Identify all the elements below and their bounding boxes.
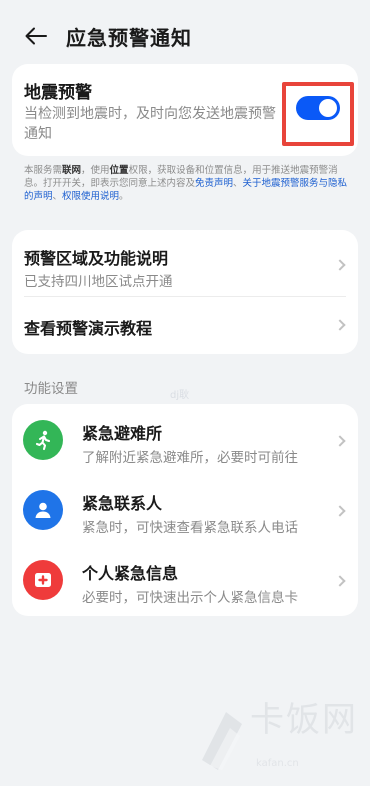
toggle-knob: [319, 99, 337, 117]
feature-subtitle: 必要时，可快速出示个人紧急信息卡: [82, 590, 298, 606]
feature-settings-card: 紧急避难所 了解附近紧急避难所，必要时可前往 紧急联系人 紧急时，可快速查看紧急…: [12, 404, 358, 616]
notice-text: 。: [119, 191, 129, 202]
notice-bold-location: 位置: [109, 165, 129, 176]
back-arrow-icon: [25, 27, 47, 45]
top-bar: 应急预警通知: [0, 14, 370, 58]
running-person-icon: [23, 420, 63, 460]
earthquake-alert-title: 地震预警: [24, 83, 92, 103]
section-label: 功能设置: [24, 381, 78, 397]
earthquake-alert-description: 当检测到地震时，及时向您发送地震预警通知: [24, 106, 276, 142]
feature-item-medical-info[interactable]: 个人紧急信息 必要时，可快速出示个人紧急信息卡: [12, 544, 358, 614]
watermark-logo-icon: [202, 712, 242, 770]
tutorial-row[interactable]: 查看预警演示教程: [12, 297, 358, 354]
medical-cross-icon: [23, 560, 63, 600]
tutorial-title: 查看预警演示教程: [24, 319, 153, 338]
disclaimer-link[interactable]: 免责声明: [195, 178, 233, 189]
permission-usage-link[interactable]: 权限使用说明: [62, 191, 119, 202]
chevron-right-icon: [334, 575, 346, 587]
earthquake-alert-toggle[interactable]: [296, 96, 340, 120]
feature-item-shelter[interactable]: 紧急避难所 了解附近紧急避难所，必要时可前往: [12, 404, 358, 474]
notice-text: 、: [233, 178, 243, 189]
chevron-right-icon: [334, 505, 346, 517]
contact-person-icon: [23, 490, 63, 530]
service-notice: 本服务需联网，使用位置权限，获取设备和位置信息，用于推送地震预警消息。打开开关，…: [24, 164, 354, 203]
region-description-title: 预警区域及功能说明: [24, 249, 169, 268]
chevron-right-icon: [334, 435, 346, 447]
info-card: 预警区域及功能说明 已支持四川地区试点开通 查看预警演示教程: [12, 230, 358, 354]
region-description-row[interactable]: 预警区域及功能说明 已支持四川地区试点开通: [12, 230, 358, 296]
site-watermark: 卡饭网 kafan.cn: [196, 690, 366, 780]
feature-title: 紧急避难所: [82, 424, 163, 443]
feature-item-contacts[interactable]: 紧急联系人 紧急时，可快速查看紧急联系人电话: [12, 474, 358, 544]
chevron-right-icon: [334, 259, 346, 271]
watermark-brand: 卡饭网: [250, 700, 358, 740]
notice-text: ，使用: [81, 165, 110, 176]
back-button[interactable]: [14, 14, 58, 58]
feature-subtitle: 紧急时，可快速查看紧急联系人电话: [82, 520, 298, 536]
feature-title: 个人紧急信息: [82, 564, 179, 583]
page-title: 应急预警通知: [66, 25, 192, 50]
notice-text: 、: [52, 191, 63, 202]
small-watermark: dj耿: [170, 390, 190, 401]
notice-bold-network: 联网: [62, 165, 82, 176]
feature-title: 紧急联系人: [82, 494, 163, 513]
chevron-right-icon: [334, 319, 346, 331]
feature-subtitle: 了解附近紧急避难所，必要时可前往: [82, 450, 298, 466]
watermark-url: kafan.cn: [256, 758, 299, 769]
notice-text: 本服务需: [24, 165, 63, 176]
region-description-subtitle: 已支持四川地区试点开通: [24, 274, 173, 290]
